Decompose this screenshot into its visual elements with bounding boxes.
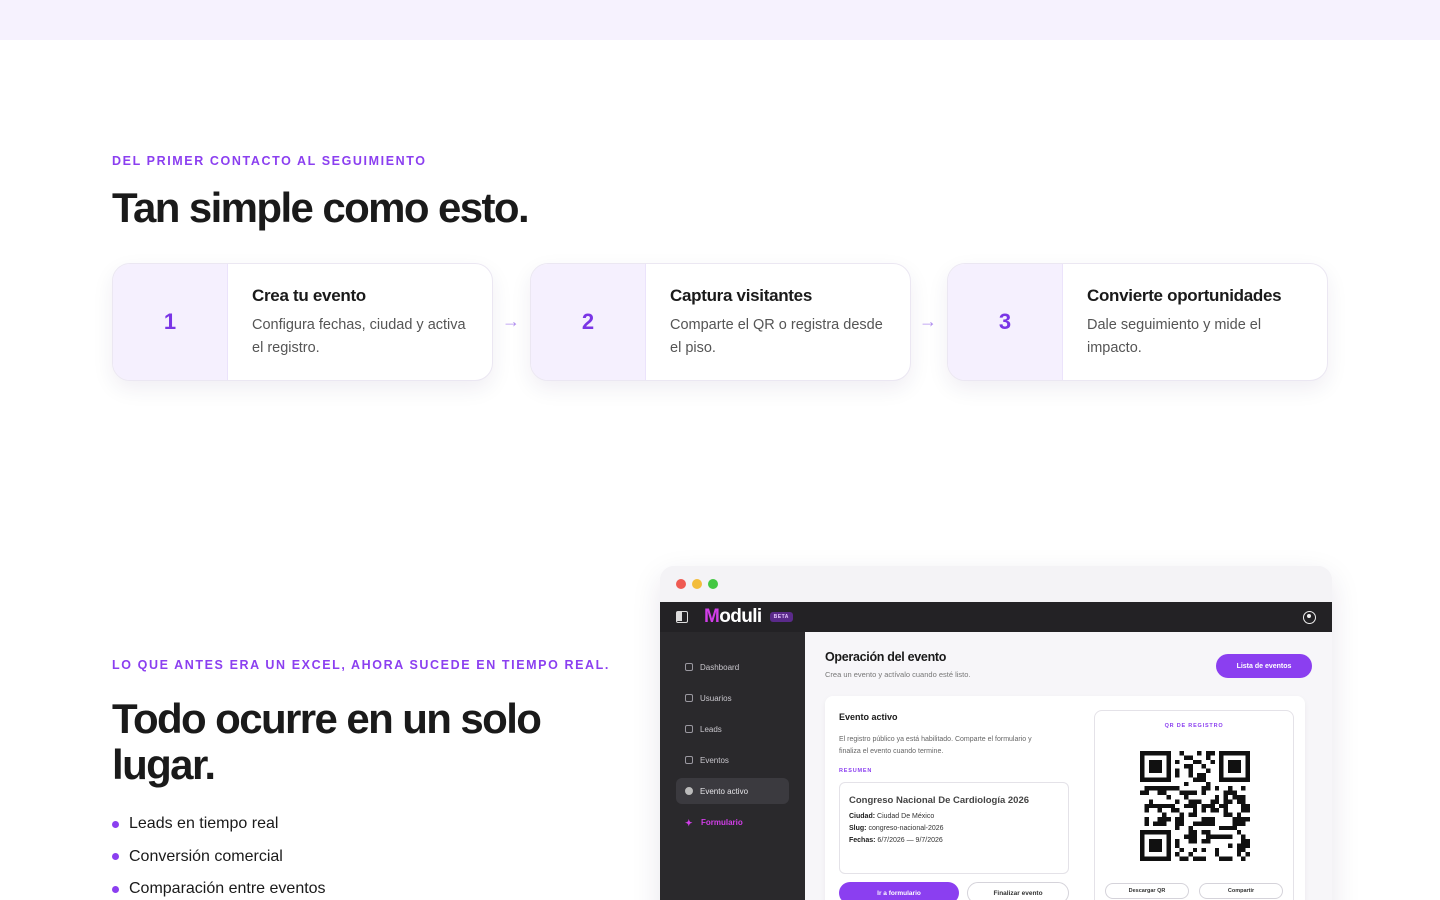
- download-qr-button[interactable]: Descargar QR: [1105, 883, 1189, 899]
- event-panel: Evento activo El registro público ya est…: [825, 696, 1305, 900]
- people-icon: [685, 725, 693, 733]
- radio-icon: [685, 787, 693, 795]
- share-button[interactable]: Compartir: [1199, 883, 1283, 899]
- qr-panel: QR DE REGISTRO Descargar QR Compartir: [1094, 710, 1294, 900]
- sidebar-toggle-icon[interactable]: [676, 611, 688, 623]
- list-item: Leads en tiempo real: [112, 808, 326, 841]
- user-icon[interactable]: [1303, 610, 1316, 624]
- top-banner: [0, 0, 1440, 40]
- active-event-description: El registro público ya está habilitado. …: [839, 736, 1032, 755]
- step-title: Convierte oportunidades: [1087, 286, 1282, 305]
- step-card-2: 2 Captura visitantes Comparte el QR o re…: [530, 263, 911, 381]
- close-dot-icon: [676, 579, 686, 589]
- window-titlebar: [660, 566, 1332, 602]
- summary-label: RESUMEN: [839, 768, 873, 774]
- step-card-1: 1 Crea tu evento Configura fechas, ciuda…: [112, 263, 493, 381]
- list-item: Comparación entre eventos: [112, 873, 326, 900]
- steps-row: 1 Crea tu evento Configura fechas, ciuda…: [112, 263, 1328, 381]
- event-dates: Fechas: 6/7/2026 — 9/7/2026: [849, 837, 943, 844]
- step-description: Comparte el QR o registra desde el piso.: [670, 317, 883, 356]
- step-number: 3: [948, 264, 1063, 380]
- users-icon: [685, 694, 693, 702]
- event-summary-card: Congreso Nacional De Cardiología 2026 Ci…: [839, 782, 1069, 874]
- bullet-dot-icon: [112, 885, 119, 893]
- event-city: Ciudad: Ciudad De México: [849, 813, 935, 820]
- list-item: Conversión comercial: [112, 841, 326, 874]
- maximize-dot-icon: [708, 579, 718, 589]
- qr-label: QR DE REGISTRO: [1164, 723, 1224, 729]
- step-title: Crea tu evento: [252, 286, 366, 305]
- step-card-3: 3 Convierte oportunidades Dale seguimien…: [947, 263, 1328, 381]
- beta-badge: BETA: [769, 612, 793, 622]
- section-title: Todo ocurre en un solo lugar.: [112, 695, 542, 788]
- section-eyebrow: DEL PRIMER CONTACTO AL SEGUIMIENTO: [112, 154, 427, 168]
- app-mockup: Moduli BETA Dashboard Usuarios Leads Eve…: [660, 566, 1332, 900]
- step-number: 1: [113, 264, 228, 380]
- calendar-icon: [685, 756, 693, 764]
- sidebar-item-evento-activo[interactable]: Evento activo: [676, 778, 789, 804]
- sidebar: Dashboard Usuarios Leads Eventos Evento …: [660, 632, 805, 900]
- bullet-dot-icon: [112, 820, 119, 828]
- sidebar-item-formulario[interactable]: ✦ Formulario: [676, 809, 789, 835]
- event-list-button[interactable]: Lista de eventos: [1216, 654, 1312, 678]
- arrow-right-icon: →: [919, 311, 937, 331]
- qr-code-icon: [1140, 751, 1250, 861]
- arrow-right-icon: →: [502, 311, 520, 331]
- main-content: Operación del evento Crea un evento y ac…: [805, 632, 1332, 900]
- sidebar-item-usuarios[interactable]: Usuarios: [676, 685, 789, 711]
- minimize-dot-icon: [692, 579, 702, 589]
- finish-event-button[interactable]: Finalizar evento: [967, 882, 1069, 900]
- sidebar-item-leads[interactable]: Leads: [676, 716, 789, 742]
- step-title: Captura visitantes: [670, 286, 812, 305]
- go-to-form-button[interactable]: Ir a formulario: [839, 882, 959, 900]
- app-header: Moduli BETA: [660, 602, 1332, 632]
- sidebar-item-eventos[interactable]: Eventos: [676, 747, 789, 773]
- sparkle-icon: ✦: [685, 817, 693, 828]
- step-description: Configura fechas, ciudad y activa el reg…: [252, 317, 466, 356]
- event-name: Congreso Nacional De Cardiología 2026: [849, 795, 1030, 806]
- active-event-title: Evento activo: [839, 712, 898, 722]
- step-description: Dale seguimiento y mide el impacto.: [1087, 317, 1262, 356]
- section-title: Tan simple como esto.: [112, 184, 530, 231]
- grid-icon: [685, 663, 693, 671]
- sidebar-item-dashboard[interactable]: Dashboard: [676, 654, 789, 680]
- brand-logo: Moduli: [704, 606, 762, 627]
- section-eyebrow: LO QUE ANTES ERA UN EXCEL, AHORA SUCEDE …: [112, 658, 610, 672]
- step-number: 2: [531, 264, 646, 380]
- bullet-dot-icon: [112, 853, 119, 861]
- event-slug: Slug: congreso-nacional-2026: [849, 825, 944, 832]
- feature-list: Leads en tiempo real Conversión comercia…: [112, 808, 326, 900]
